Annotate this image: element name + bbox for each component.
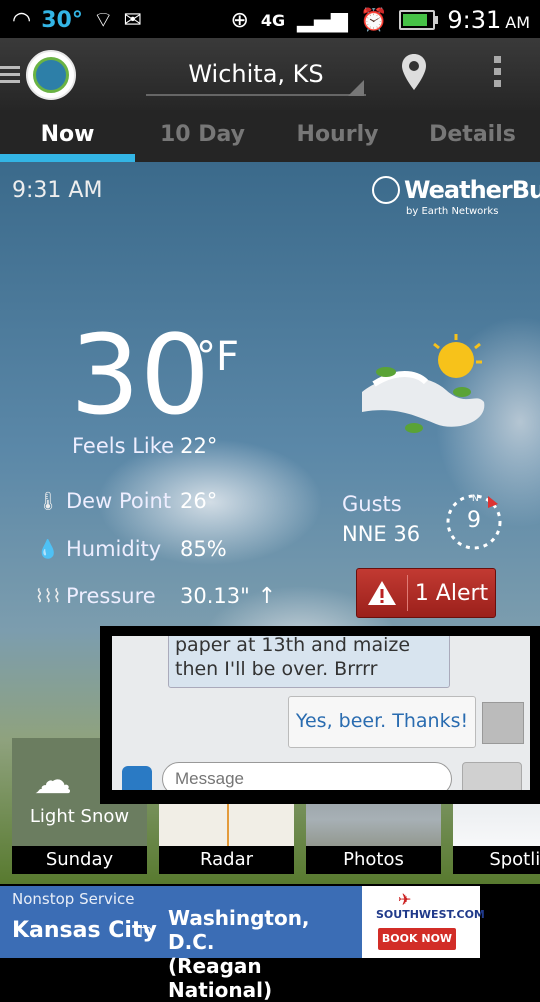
alert-label: 1 Alert: [414, 580, 489, 606]
tab-10-day[interactable]: 10 Day: [135, 110, 270, 162]
alarm-icon: ⏰: [359, 7, 388, 33]
weatherbug-logo-icon[interactable]: [26, 50, 76, 100]
battery-icon: [399, 10, 439, 30]
tile-radar-caption: Radar: [159, 846, 294, 874]
tab-hourly[interactable]: Hourly: [270, 110, 405, 162]
wifi-icon: ◠: [12, 7, 32, 33]
ad-origin: Kansas City: [12, 918, 157, 943]
tab-bar: Now 10 Day Hourly Details: [0, 110, 540, 162]
ad-destination: Washington, D.C. (Reagan National): [168, 906, 310, 1002]
ad-copy: Nonstop Service Kansas City TO Washingto…: [0, 886, 362, 1002]
gusts-label: Gusts: [342, 492, 402, 516]
ad-line1: Nonstop Service: [12, 890, 135, 908]
windy-sunny-icon: [356, 332, 496, 442]
dropdown-corner-icon: [348, 80, 364, 96]
wind-speed: 9: [467, 508, 481, 533]
feels-like-value: 22°: [180, 434, 218, 458]
book-now-button[interactable]: BOOK NOW: [378, 928, 456, 950]
snow-cloud-icon: ☁: [34, 758, 72, 802]
droplet-icon: 💧: [36, 538, 60, 560]
compass-north-label: N: [472, 494, 479, 504]
status-time: 9:31 AM: [447, 6, 530, 34]
dew-point-row: 🌡 Dew Point 26°: [30, 484, 350, 518]
tile-sunday-condition: Light Snow: [29, 806, 130, 827]
tab-details[interactable]: Details: [405, 110, 540, 162]
status-bar: ◠ 30° ⌔ ✉ ⊕ 4G ▂▄▆ ⏰ 9:31 AM: [0, 0, 540, 38]
weatherbug-brand: WeatherBug by Earth Networks: [372, 176, 540, 217]
pressure-label: Pressure: [66, 584, 156, 608]
alert-button[interactable]: 1 Alert: [356, 568, 496, 618]
message-input[interactable]: [162, 762, 452, 790]
menu-icon[interactable]: [0, 62, 20, 87]
humidity-row: 💧 Humidity 85%: [30, 532, 350, 566]
tile-spotlight-caption: Spotlig: [453, 846, 540, 874]
pressure-value: 30.13": [180, 584, 250, 608]
humidity-value: 85%: [180, 537, 227, 561]
signal-icon: ▂▄▆: [297, 7, 348, 33]
status-temperature: 30°: [41, 7, 83, 33]
location-selector[interactable]: Wichita, KS: [146, 54, 366, 96]
app-header: Wichita, KS: [0, 38, 540, 111]
tile-photos-caption: Photos: [306, 846, 441, 874]
brand-name: WeatherBug: [404, 176, 540, 204]
humidity-label: Humidity: [66, 537, 162, 561]
location-pin-icon[interactable]: [402, 54, 426, 94]
plane-icon: ✈: [398, 890, 412, 909]
tile-sunday-caption: Sunday: [12, 846, 147, 874]
dew-point-value: 26°: [180, 489, 218, 513]
wind-compass: 9 N: [444, 492, 504, 552]
overflow-menu-icon[interactable]: [494, 56, 502, 92]
gusts-value: NNE 36: [342, 522, 421, 546]
emoji-icon[interactable]: [122, 766, 152, 790]
current-temperature: 30: [70, 311, 210, 439]
thermometer-icon: 🌡: [36, 490, 60, 512]
pressure-rising-icon: ↑: [257, 583, 277, 609]
send-icon[interactable]: [462, 762, 522, 790]
gmail-icon: ✉: [123, 7, 142, 33]
dew-point-label: Dew Point: [66, 489, 172, 513]
ad-to: TO: [138, 926, 152, 937]
observation-time: 9:31 AM: [12, 178, 103, 203]
temperature-unit: °F: [196, 334, 240, 380]
feels-like: Feels Like 22°: [72, 434, 217, 458]
messaging-thread: paper at 13th and maize then I'll be ove…: [112, 636, 530, 790]
pressure-icon: ⌇⌇⌇: [34, 585, 62, 607]
incoming-message: paper at 13th and maize then I'll be ove…: [168, 636, 450, 688]
brand-subtitle: by Earth Networks: [406, 206, 499, 217]
contact-avatar: [482, 702, 524, 744]
warning-icon: [357, 575, 408, 611]
ad-banner[interactable]: Nonstop Service Kansas City TO Washingto…: [0, 884, 540, 1002]
weatherbug-badge-icon: [372, 176, 400, 204]
gps-icon: ⊕: [230, 7, 249, 33]
tab-now[interactable]: Now: [0, 110, 135, 162]
messaging-overlay: paper at 13th and maize then I'll be ove…: [100, 626, 540, 804]
outgoing-message: Yes, beer. Thanks!: [288, 696, 476, 748]
pressure-row: ⌇⌇⌇ Pressure 30.13" ↑: [30, 579, 350, 613]
network-type: 4G: [260, 10, 286, 30]
wifi-strength-icon: ⌔: [92, 8, 114, 33]
ad-brand-panel: ✈ SOUTHWEST.COM BOOK NOW: [362, 886, 485, 958]
feels-like-label: Feels Like: [72, 434, 175, 458]
ad-brand: SOUTHWEST.COM: [376, 908, 485, 921]
